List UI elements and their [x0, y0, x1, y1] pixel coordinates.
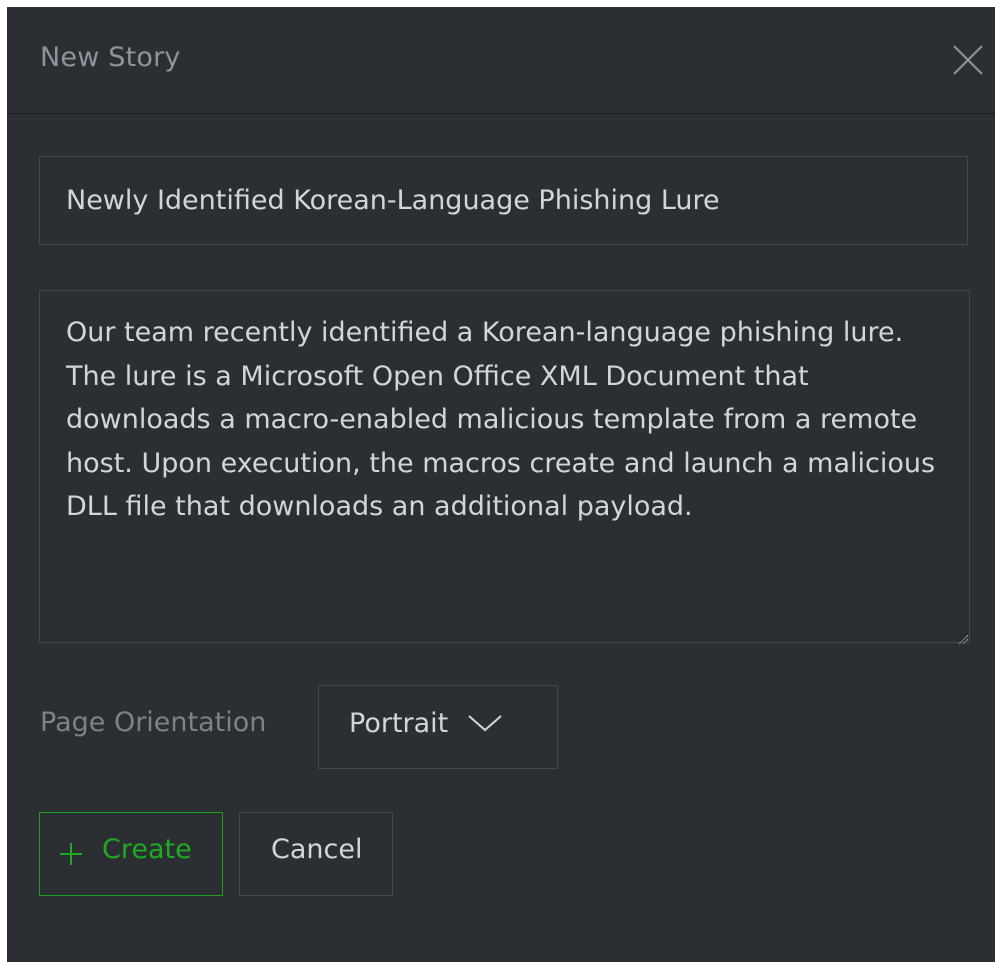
orientation-selected-value: Portrait — [349, 708, 449, 739]
create-button[interactable]: Create — [39, 812, 223, 896]
story-description-textarea[interactable]: Our team recently identified a Korean-la… — [39, 290, 970, 643]
cancel-button-label: Cancel — [271, 834, 363, 865]
dialog-header: New Story — [7, 7, 995, 114]
plus-icon — [58, 841, 84, 867]
page-orientation-label: Page Orientation — [40, 707, 267, 738]
dialog-title: New Story — [40, 42, 181, 73]
close-icon[interactable] — [951, 43, 985, 77]
cancel-button[interactable]: Cancel — [239, 812, 393, 896]
page-orientation-select[interactable]: Portrait — [318, 685, 558, 769]
new-story-dialog: New Story Our team recently identified a… — [7, 7, 995, 962]
create-button-label: Create — [102, 834, 192, 865]
chevron-down-icon — [467, 712, 503, 734]
resize-grip-icon[interactable] — [957, 630, 967, 645]
story-title-input[interactable] — [39, 156, 968, 245]
